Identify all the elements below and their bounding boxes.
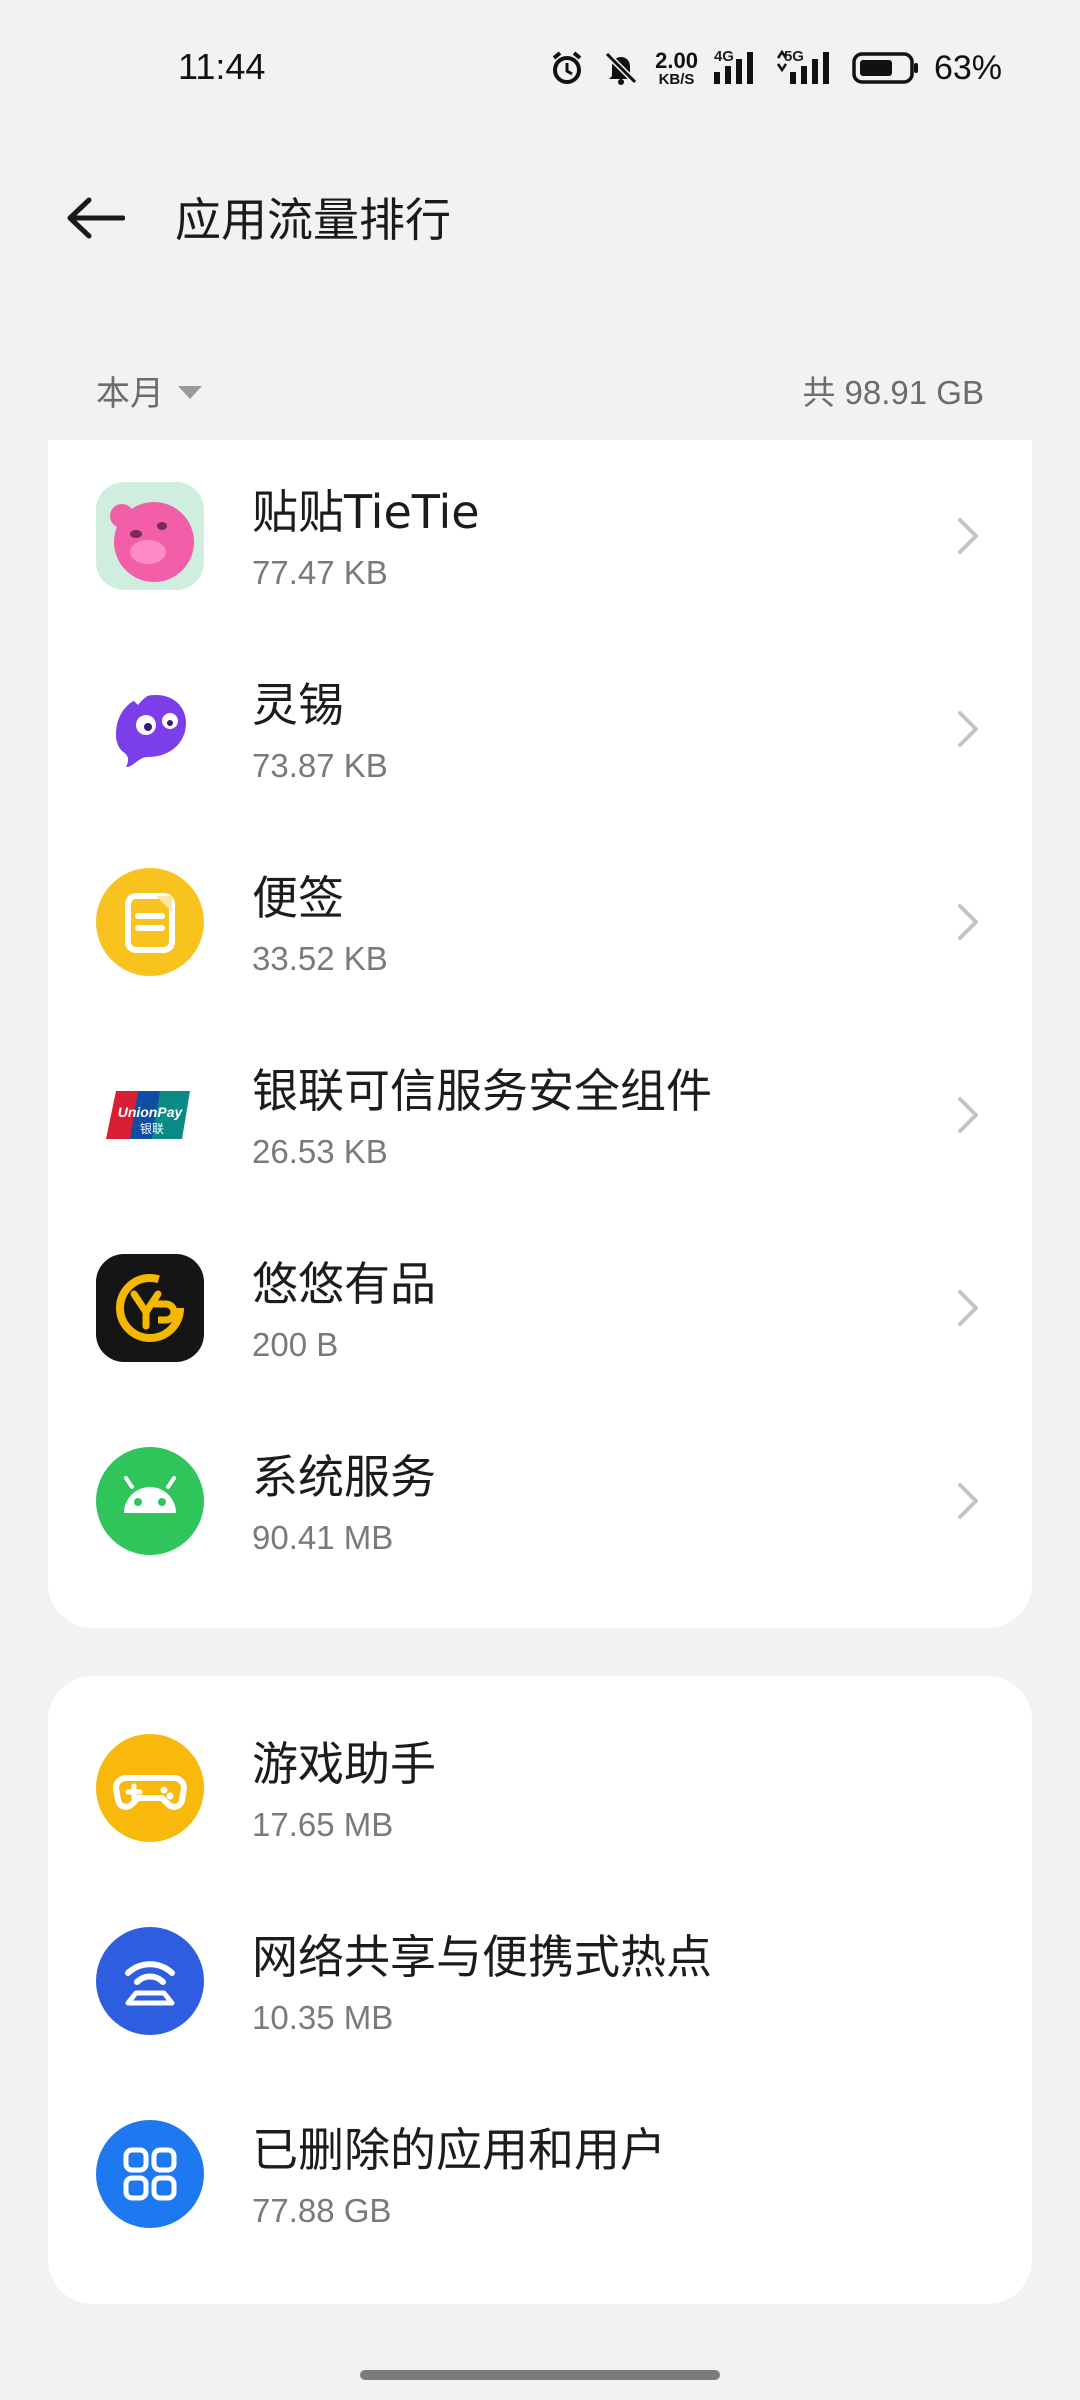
chevron-right-icon [948,1288,988,1328]
net-speed: 2.00 KB/S [655,47,698,88]
net-speed-unit: KB/S [658,70,695,88]
app-name: 游戏助手 [252,1737,436,1791]
chevron-right-icon [948,1481,988,1521]
app-name: 银联可信服务安全组件 [252,1064,712,1118]
back-button[interactable] [62,192,128,248]
unionpay-text: UnionPay [118,1104,184,1120]
app-name: 灵锡 [252,678,344,732]
battery-percent: 63% [933,48,1002,87]
caret-down-icon [178,385,202,399]
period-label: 本月 [96,373,164,414]
app-name: 贴贴TieTie [252,485,480,539]
tietie-pink-bear-icon [96,482,204,590]
filter-row: 本月 共 98.91 GB [96,360,984,420]
app-name: 已删除的应用和用户 [252,2123,666,2177]
app-usage: 77.47 KB [252,554,388,591]
signal-4g-label: 4G [713,48,734,65]
app-usage: 33.52 KB [252,940,388,977]
list-item[interactable]: 系统服务 90.41 MB [48,1405,1032,1598]
battery-icon [852,48,920,88]
arrow-left-icon [65,196,126,244]
list-item[interactable]: 网络共享与便携式热点 10.35 MB [48,1885,1032,2078]
net-speed-value: 2.00 [655,47,698,73]
signal-5g-label: 5G [783,48,804,65]
list-item[interactable]: 悠悠有品 200 B [48,1212,1032,1405]
chevron-right-icon [948,1095,988,1135]
list-item[interactable]: 已删除的应用和用户 77.88 GB [48,2078,1032,2271]
app-usage: 17.65 MB [252,1806,394,1843]
list-item[interactable]: 灵锡 73.87 KB [48,633,1032,826]
chevron-right-icon [948,902,988,942]
app-name: 悠悠有品 [252,1257,436,1311]
system-usage-card: 游戏助手 17.65 MB 网络共享与便携式热点 10.35 MB 已删除的应用… [48,1676,1032,2304]
signal-icon: 5G [776,48,838,88]
status-icons: 2.00 KB/S 4G 5G 63% [547,46,1002,90]
app-usage: 200 B [252,1326,339,1363]
header: 应用流量排行 [0,170,1080,270]
app-usage: 90.41 MB [252,1519,394,1556]
lingxi-purple-icon [96,675,204,783]
page-title: 应用流量排行 [175,193,451,247]
apps-grid-icon [96,2120,204,2228]
list-item[interactable]: 便签 33.52 KB [48,826,1032,1019]
status-bar: 11:44 2.00 KB/S 4G 5G 63% [0,0,1080,140]
signal-icon: 4G [712,48,762,88]
list-item[interactable]: UnionPay 银联 银联可信服务安全组件 26.53 KB [48,1019,1032,1212]
app-name: 网络共享与便携式热点 [252,1930,712,1984]
period-selector[interactable]: 本月 [96,366,202,415]
list-item[interactable]: 贴贴TieTie 77.47 KB [48,440,1032,633]
unionpay-icon: UnionPay 银联 [96,1061,204,1169]
app-usage: 73.87 KB [252,747,388,784]
status-time: 11:44 [178,46,266,87]
alarm-icon [547,48,587,88]
youyou-icon [96,1254,204,1362]
app-usage: 10.35 MB [252,1999,394,2036]
list-item[interactable]: 游戏助手 17.65 MB [48,1692,1032,1885]
hotspot-icon [96,1927,204,2035]
app-name: 系统服务 [252,1450,436,1504]
notes-yellow-icon [96,868,204,976]
app-usage: 77.88 GB [252,2192,392,2229]
app-usage-card: 贴贴TieTie 77.47 KB 灵锡 73.87 KB 便签 33.52 K… [48,440,1032,1628]
unionpay-text-cn: 银联 [140,1122,164,1136]
total-usage: 共 98.91 GB [802,374,984,411]
chevron-right-icon [948,709,988,749]
gamepad-icon [96,1734,204,1842]
app-name: 便签 [252,871,344,925]
android-icon [96,1447,204,1555]
home-indicator[interactable] [360,2370,720,2380]
chevron-right-icon [948,516,988,556]
app-usage: 26.53 KB [252,1133,388,1170]
silent-bell-icon [601,48,641,88]
